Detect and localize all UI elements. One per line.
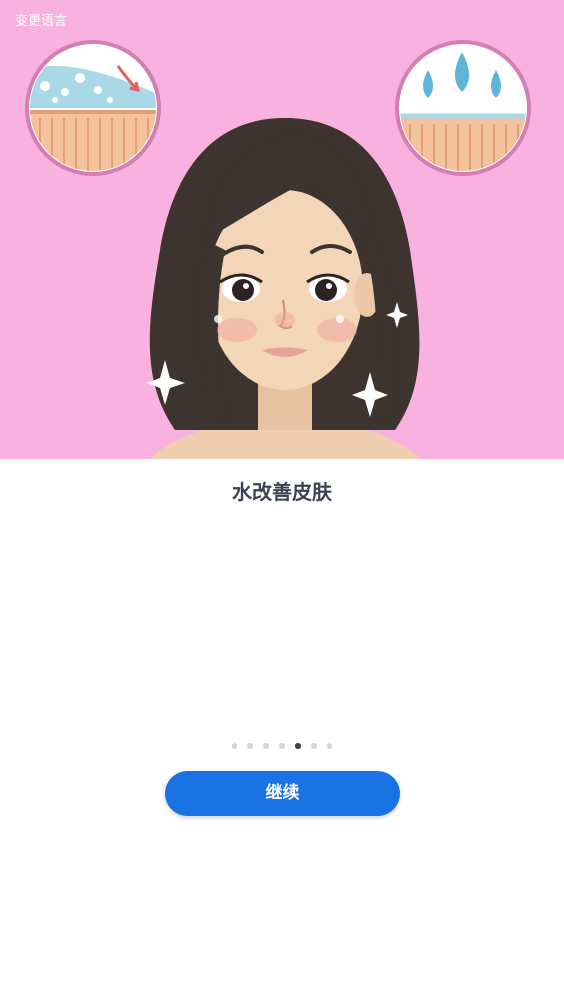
page-dot <box>247 743 253 749</box>
hero-illustration: 变更语言 <box>0 0 564 459</box>
page-dot <box>231 743 238 749</box>
skin-bubbles-icon <box>25 40 161 176</box>
slide-title: 水改善皮肤 <box>232 480 332 504</box>
water-drops-icon <box>395 40 531 176</box>
page-dot-active <box>295 743 301 749</box>
change-language-link[interactable]: 变更语言 <box>15 13 67 31</box>
page-dot <box>326 743 333 749</box>
page-indicator <box>0 743 564 749</box>
woman-illustration <box>25 40 531 459</box>
page-dot <box>263 743 269 749</box>
onboarding-screen: 变更语言 水改善皮肤 继续 <box>0 0 564 1002</box>
page-dot <box>311 743 317 749</box>
continue-button[interactable]: 继续 <box>165 771 400 816</box>
page-dot <box>279 743 285 749</box>
